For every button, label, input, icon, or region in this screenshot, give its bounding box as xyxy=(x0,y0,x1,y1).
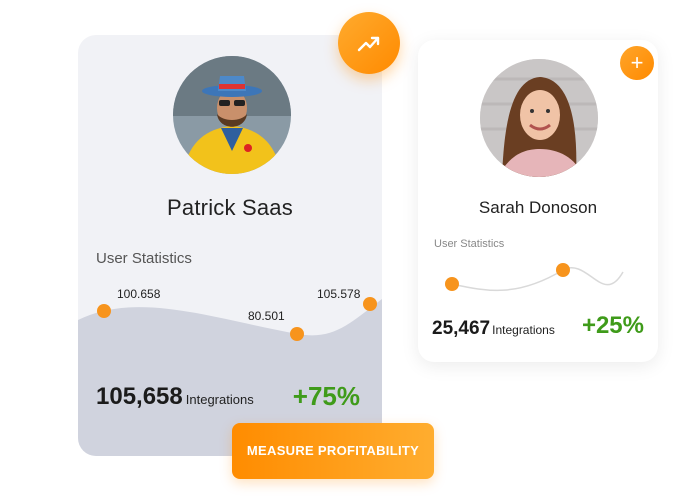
main-profile-card: Patrick Saas User Statistics 100.658 80.… xyxy=(78,35,382,456)
change-percent: +25% xyxy=(581,312,644,339)
data-point-1 xyxy=(97,304,111,318)
data-point-2 xyxy=(290,327,304,341)
integrations-total: 105,658 Integrations xyxy=(96,383,254,411)
measure-profitability-button[interactable]: MEASURE PROFITABILITY xyxy=(232,423,434,479)
integrations-count: 105,658 xyxy=(96,383,183,410)
trend-up-icon xyxy=(357,36,380,52)
stats-title: User Statistics xyxy=(434,238,505,250)
stats-title: User Statistics xyxy=(96,250,192,267)
statistics-line xyxy=(451,267,624,292)
data-point-1 xyxy=(445,277,459,291)
change-percent: +75% xyxy=(292,381,360,411)
integrations-total: 25,467 Integrations xyxy=(432,318,555,340)
avatar-sarah xyxy=(480,59,598,177)
profile-name: Sarah Donoson xyxy=(478,198,598,217)
plus-icon: + xyxy=(630,50,644,75)
data-label-3: 105.578 xyxy=(317,287,361,301)
profile-name: Patrick Saas xyxy=(167,195,293,220)
trend-badge[interactable] xyxy=(338,12,400,74)
integrations-unit: Integrations xyxy=(185,392,254,407)
side-profile-card: Sarah Donoson User Statistics 25,467 Inte… xyxy=(418,40,658,362)
integrations-unit: Integrations xyxy=(492,323,555,337)
statistics-line-chart xyxy=(445,263,624,292)
integrations-count: 25,467 xyxy=(432,318,491,339)
data-point-2 xyxy=(556,263,570,277)
add-button[interactable]: + xyxy=(620,46,654,80)
data-point-3 xyxy=(363,297,377,311)
avatar-patrick xyxy=(173,56,291,174)
data-label-1: 100.658 xyxy=(117,287,161,301)
data-label-2: 80.501 xyxy=(248,309,285,323)
